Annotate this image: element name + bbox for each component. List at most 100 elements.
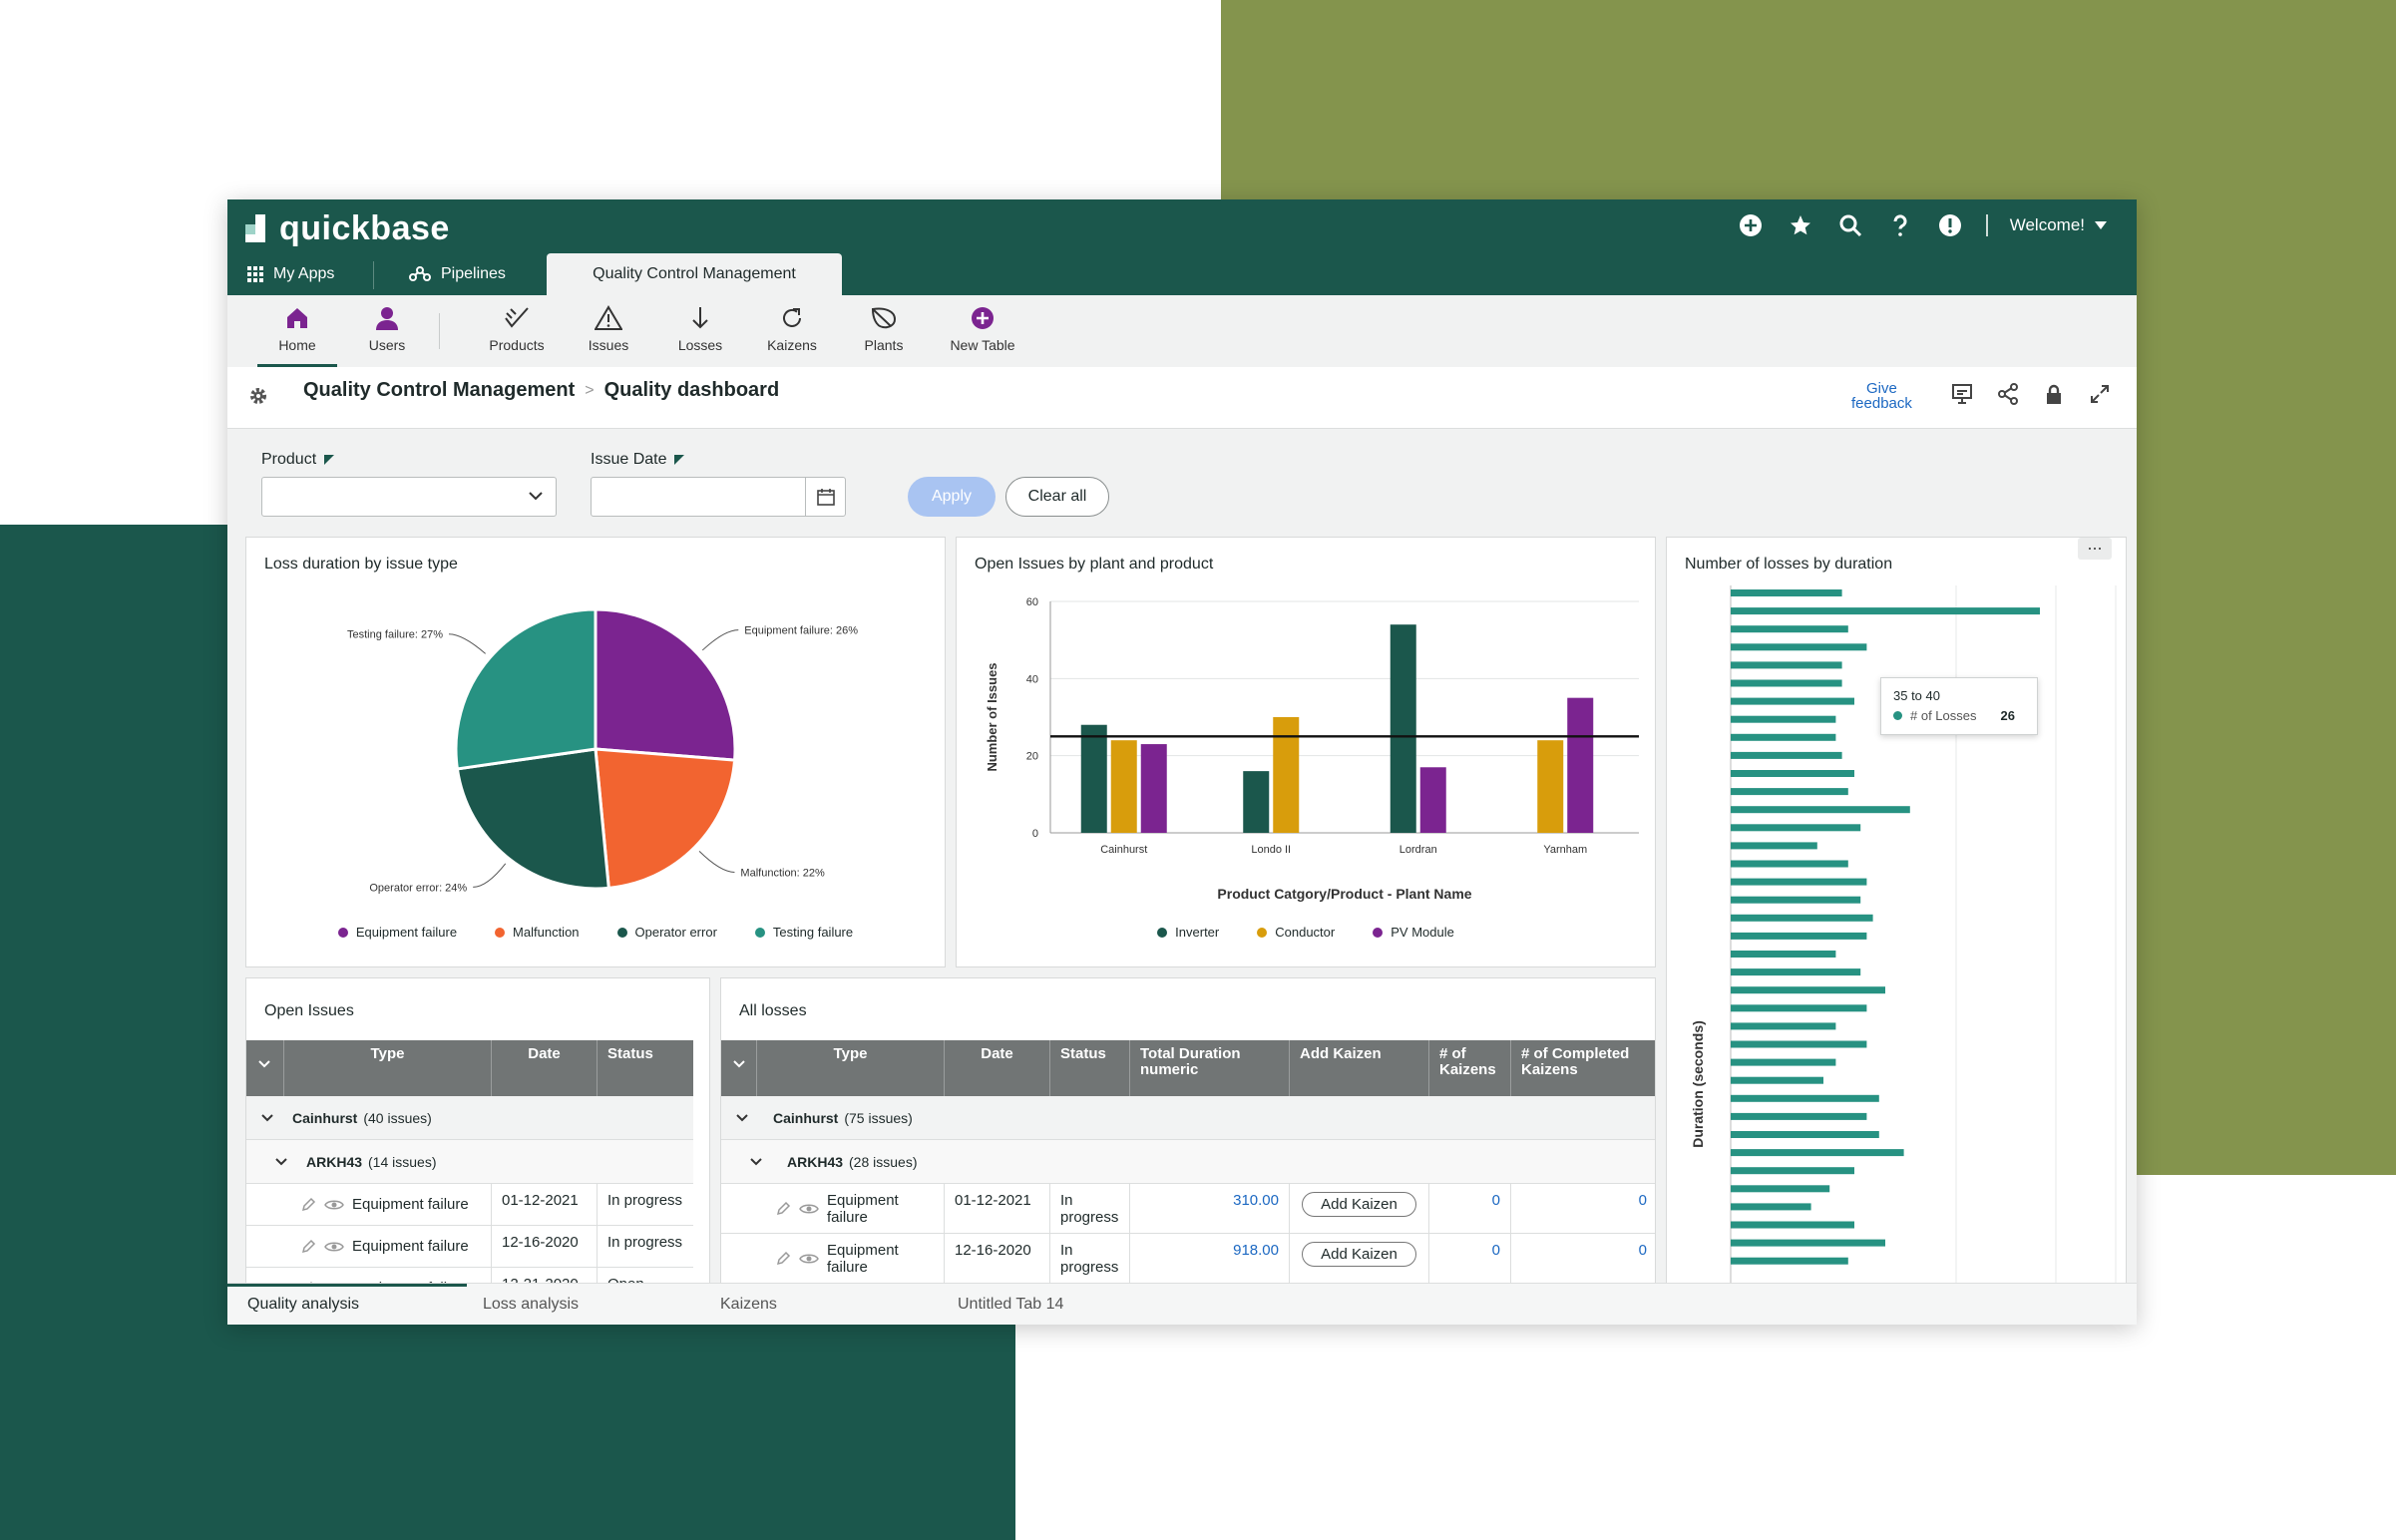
pie-slice-label: Malfunction: 22% [740, 867, 825, 879]
table-kaizens[interactable]: Kaizens [752, 305, 832, 353]
view-icon[interactable] [324, 1198, 344, 1212]
issue-date-input[interactable] [591, 477, 846, 517]
bar-mark [1731, 896, 1861, 904]
pie-slice-label: Equipment failure: 26% [744, 625, 858, 637]
apply-button[interactable]: Apply [908, 477, 996, 517]
tab-loss-analysis[interactable]: Loss analysis [483, 1296, 579, 1314]
breadcrumb-app[interactable]: Quality Control Management [303, 379, 575, 402]
help-icon[interactable] [1886, 211, 1914, 239]
group-row-arkh43[interactable]: ARKH43 (14 issues) [246, 1140, 693, 1184]
table-users[interactable]: Users [347, 305, 427, 353]
group-row-cainhurst[interactable]: Cainhurst (75 issues) [721, 1096, 1655, 1140]
bar-mark [1731, 1004, 1867, 1012]
add-icon[interactable] [1737, 211, 1765, 239]
view-icon[interactable] [799, 1252, 819, 1266]
alert-icon[interactable] [1936, 211, 1964, 239]
table-row[interactable]: Equipment failure 01-12-2021 In progress [246, 1184, 693, 1226]
loss-duration[interactable]: 310.00 [1130, 1184, 1290, 1233]
legend-equipment-failure[interactable]: Equipment failure [337, 925, 457, 940]
all-losses-title: All losses [739, 1002, 807, 1019]
pie-slice [594, 607, 737, 762]
loss-date: 12-16-2020 [945, 1234, 1050, 1283]
bar-mark [1731, 770, 1854, 777]
type-cell: Equipment failure [246, 1226, 492, 1267]
table-issues[interactable]: Issues [569, 305, 648, 353]
kaizens-count[interactable]: 0 [1429, 1184, 1511, 1233]
bar-mark [1731, 968, 1861, 976]
kaizens-count[interactable]: 0 [1429, 1234, 1511, 1283]
column-header-add-kaizen[interactable]: Add Kaizen [1290, 1040, 1429, 1096]
breadcrumb: Quality Control Management > Quality das… [303, 379, 779, 402]
tab-my-apps[interactable]: My Apps [247, 253, 334, 295]
view-icon[interactable] [799, 1202, 819, 1216]
clear-all-button[interactable]: Clear all [1005, 477, 1109, 517]
welcome-menu[interactable]: Welcome! [2010, 215, 2107, 235]
table-losses[interactable]: Losses [660, 305, 740, 353]
column-header-type[interactable]: Type [284, 1040, 492, 1096]
add-kaizen-button[interactable]: Add Kaizen [1302, 1242, 1416, 1267]
y-axis-label: Number of Issues [985, 662, 999, 771]
column-header-total-duration[interactable]: Total Duration numeric [1130, 1040, 1290, 1096]
presentation-icon[interactable] [1951, 383, 1973, 405]
search-icon[interactable] [1836, 211, 1864, 239]
quickbase-logo[interactable]: quickbase [245, 209, 450, 248]
table-row[interactable]: Equipment failure 01-12-2021 In progress… [721, 1184, 1655, 1234]
product-select[interactable] [261, 477, 557, 517]
table-new-table[interactable]: New Table [938, 305, 1027, 353]
legend-inverter[interactable]: Inverter [1157, 925, 1219, 940]
column-header-kaizens[interactable]: # of Kaizens [1429, 1040, 1511, 1096]
column-header-status[interactable]: Status [1050, 1040, 1130, 1096]
edit-icon[interactable] [775, 1201, 791, 1217]
legend-pv-module[interactable]: PV Module [1373, 925, 1454, 940]
group-name: Cainhurst [773, 1109, 839, 1126]
collapse-all-icon[interactable] [721, 1040, 757, 1096]
share-icon[interactable] [1997, 383, 2019, 405]
table-plants[interactable]: Plants [844, 305, 924, 353]
add-kaizen-button[interactable]: Add Kaizen [1302, 1192, 1416, 1217]
tab-quality-analysis[interactable]: Quality analysis [247, 1296, 359, 1314]
legend-malfunction[interactable]: Malfunction [495, 925, 580, 940]
column-header-type[interactable]: Type [757, 1040, 945, 1096]
bar-mark [1731, 914, 1873, 922]
leaf-icon [871, 307, 897, 329]
edit-icon[interactable] [775, 1251, 791, 1267]
completed-kaizens-count[interactable]: 0 [1511, 1184, 1655, 1233]
tab-kaizens[interactable]: Kaizens [720, 1296, 777, 1314]
table-row[interactable]: Equipment failure 12-16-2020 In progress… [721, 1234, 1655, 1284]
edit-icon[interactable] [300, 1239, 316, 1255]
legend-operator-error[interactable]: Operator error [616, 925, 717, 940]
bar-mark [1537, 740, 1564, 833]
legend-conductor[interactable]: Conductor [1257, 925, 1335, 940]
column-header-date[interactable]: Date [945, 1040, 1050, 1096]
calendar-icon[interactable] [805, 478, 845, 516]
type-cell: Equipment failure [721, 1184, 945, 1233]
view-icon[interactable] [324, 1240, 344, 1254]
column-header-status[interactable]: Status [598, 1040, 693, 1096]
expand-icon[interactable] [2089, 383, 2111, 405]
give-feedback-link[interactable]: Give feedback [1851, 381, 1912, 411]
edit-icon[interactable] [300, 1197, 316, 1213]
table-products[interactable]: Products [477, 305, 557, 353]
column-header-completed-kaizens[interactable]: # of Completed Kaizens [1511, 1040, 1655, 1096]
lock-icon[interactable] [2043, 383, 2065, 405]
legend-testing-failure[interactable]: Testing failure [754, 925, 853, 940]
table-home[interactable]: Home [257, 305, 337, 367]
bar-mark [1731, 625, 1848, 633]
collapse-all-icon[interactable] [246, 1040, 284, 1096]
star-icon[interactable] [1787, 211, 1814, 239]
group-row-arkh43[interactable]: ARKH43 (28 issues) [721, 1140, 1655, 1184]
chart-tooltip: 35 to 40 # of Losses 26 [1880, 677, 2038, 735]
group-row-cainhurst[interactable]: Cainhurst (40 issues) [246, 1096, 693, 1140]
more-options-icon[interactable]: ... [2078, 535, 2112, 560]
completed-kaizens-count[interactable]: 0 [1511, 1234, 1655, 1283]
tab-quality-control-management[interactable]: Quality Control Management [547, 253, 842, 295]
table-row[interactable]: Equipment failure 12-16-2020 In progress [246, 1226, 693, 1268]
chevron-down-icon [736, 1113, 748, 1121]
loss-type: Equipment failure [827, 1241, 899, 1276]
tab-pipelines[interactable]: Pipelines [409, 253, 506, 295]
loss-duration[interactable]: 918.00 [1130, 1234, 1290, 1283]
column-header-date[interactable]: Date [492, 1040, 598, 1096]
bar-mark [1731, 1022, 1836, 1030]
gear-icon[interactable] [247, 385, 269, 407]
tab-untitled-14[interactable]: Untitled Tab 14 [958, 1296, 1063, 1314]
